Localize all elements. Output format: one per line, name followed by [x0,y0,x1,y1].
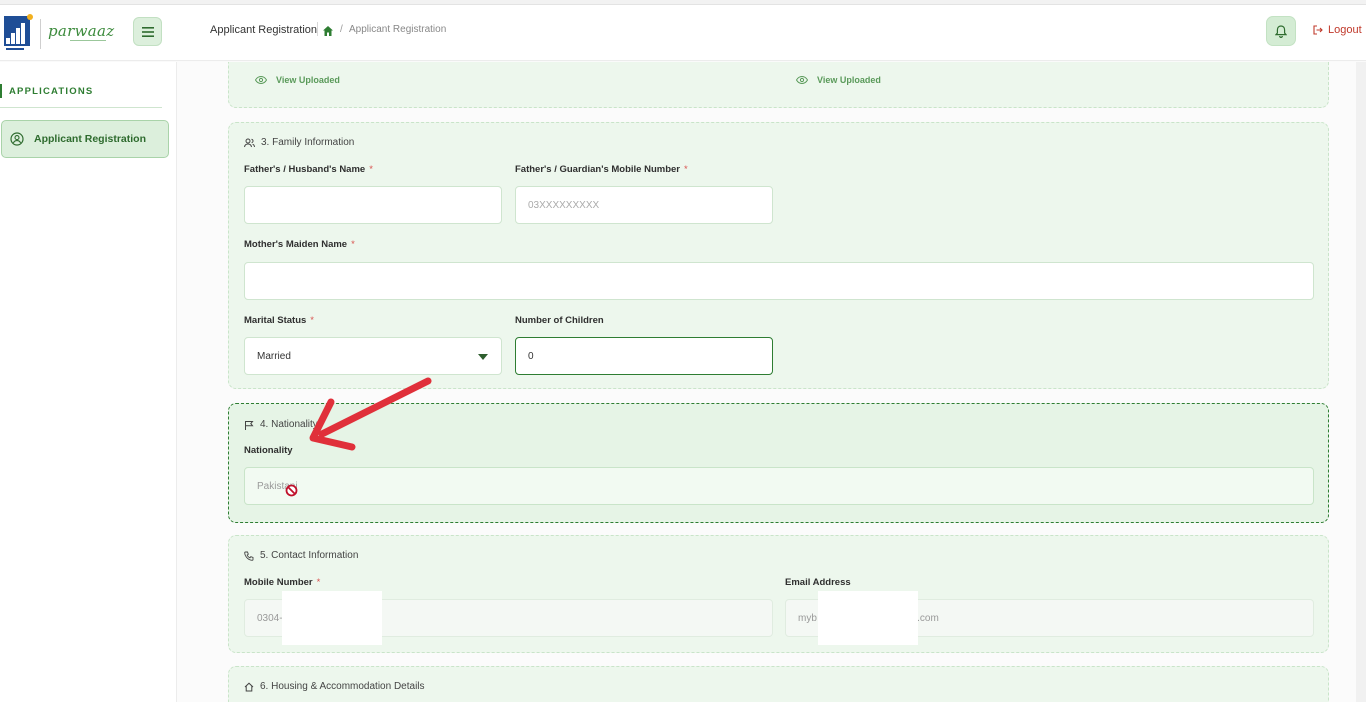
caret-down-icon [478,354,488,360]
eye-icon [796,76,808,84]
eye-icon [255,76,267,84]
breadcrumb-title: Applicant Registration [210,24,318,36]
section-indicator [0,84,2,98]
view-uploaded-label: View Uploaded [817,75,881,85]
logout-label: Logout [1328,24,1362,36]
view-uploaded-link-right[interactable]: View Uploaded [796,75,881,85]
notifications-button[interactable] [1266,16,1296,46]
section-title-family: 3. Family Information [244,137,354,148]
mother-name-input[interactable] [244,262,1314,300]
family-information-card: 3. Family Information Father's / Husband… [228,122,1329,389]
label-text: Marital Status [244,315,307,326]
section-title-contact: 5. Contact Information [244,550,358,561]
breadcrumb-current: Applicant Registration [349,24,447,35]
required-mark: * [369,164,373,175]
sidebar-item-applicant-registration[interactable]: Applicant Registration [1,120,169,158]
section-title-text: 3. Family Information [261,137,355,148]
father-name-input[interactable] [244,186,502,224]
required-mark: * [684,164,688,175]
email-value-end: l.com [914,612,939,624]
housing-card: 6. Housing & Accommodation Details [228,666,1329,702]
nationality-label: Nationality [244,445,293,456]
brand-underline [70,40,106,41]
annotation-arrow-icon [309,377,432,451]
menu-toggle-button[interactable] [133,17,162,46]
email-label: Email Address [785,577,851,588]
children-input[interactable]: 0 [515,337,773,375]
brand-name: parwaaz [48,22,115,40]
label-text: Mobile Number [244,577,313,588]
logout-button[interactable]: Logout [1313,24,1362,36]
label-text: Mother's Maiden Name [244,239,348,250]
sidebar-divider [0,107,162,108]
top-header: parwaaz Applicant Registration / Applica… [0,5,1366,61]
bell-icon [1275,24,1287,38]
logo-divider [40,19,41,49]
not-allowed-cursor-icon [285,484,298,497]
label-text: Father's / Husband's Name [244,164,366,175]
required-mark: * [316,577,321,588]
sidebar: APPLICATIONS Applicant Registration [0,62,177,702]
guardian-mobile-label: Father's / Guardian's Mobile Number * [515,164,688,175]
uploads-card: View Uploaded View Uploaded [228,62,1329,108]
label-text: Nationality [244,445,293,456]
redaction-box [818,591,918,645]
breadcrumb-divider [317,22,318,36]
section-title-text: 5. Contact Information [260,550,359,561]
home-icon[interactable] [323,23,333,41]
flag-icon [245,420,254,430]
required-mark: * [351,239,355,250]
home-icon [244,682,254,691]
guardian-mobile-input[interactable]: 03XXXXXXXXX [515,186,773,224]
scrollbar[interactable] [1356,62,1366,702]
nationality-input[interactable]: Pakistani [244,467,1314,505]
marital-status-select[interactable]: Married [244,337,502,375]
sidebar-item-label: Applicant Registration [34,133,147,145]
required-mark: * [310,315,314,326]
marital-status-label: Marital Status * [244,315,314,326]
breadcrumb-slash: / [340,24,343,35]
section-title-housing: 6. Housing & Accommodation Details [244,681,425,692]
psdf-logo [4,14,34,54]
father-name-label: Father's / Husband's Name * [244,164,373,175]
label-text: Email Address [785,577,851,588]
children-label: Number of Children [515,315,604,326]
users-icon [244,138,255,147]
label-text: Number of Children [515,315,604,326]
user-circle-icon [10,132,24,146]
label-text: Father's / Guardian's Mobile Number [515,164,680,175]
section-title-text: 6. Housing & Accommodation Details [260,681,425,692]
marital-status-value: Married [257,350,291,362]
phone-icon [244,551,254,561]
mobile-number-label: Mobile Number * [244,577,320,588]
email-value-start: myb [798,612,817,624]
hamburger-icon [141,26,154,37]
view-uploaded-link-left[interactable]: View Uploaded [255,75,340,85]
view-uploaded-label: View Uploaded [276,75,340,85]
redaction-box [282,591,382,645]
contact-information-card: 5. Contact Information Mobile Number * 03… [228,535,1329,653]
logout-icon [1313,25,1323,35]
mother-name-label: Mother's Maiden Name * [244,239,355,250]
mobile-number-value: 0304- [257,612,283,624]
sidebar-section-label: APPLICATIONS [9,86,94,97]
